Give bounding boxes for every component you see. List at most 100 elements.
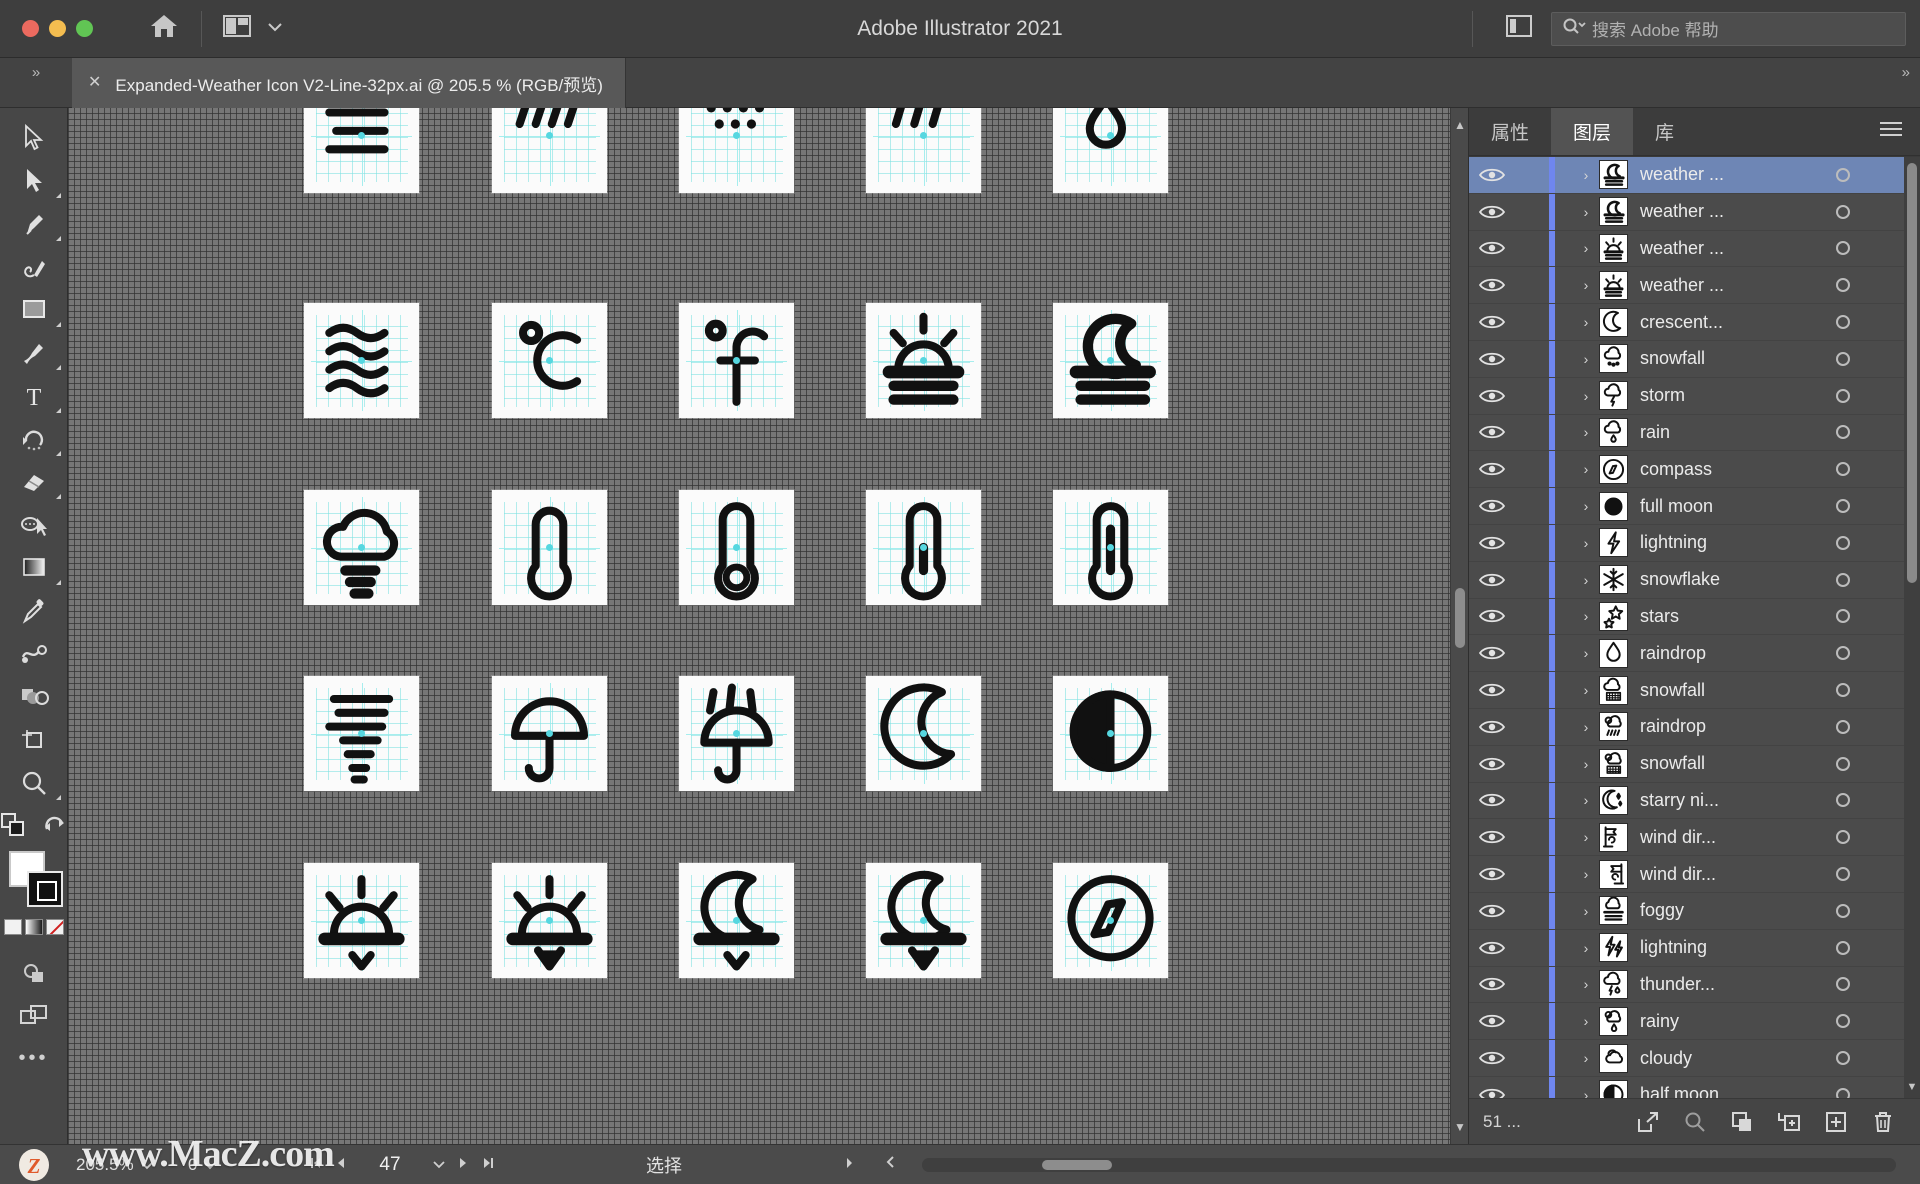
layer-visibility-toggle[interactable] — [1469, 277, 1515, 293]
layer-row[interactable]: › storm — [1469, 377, 1904, 415]
layer-expand-arrow[interactable]: › — [1573, 976, 1599, 992]
layer-visibility-toggle[interactable] — [1469, 792, 1515, 808]
panel-toggle-button[interactable] — [1499, 12, 1539, 46]
scrollbar-thumb[interactable] — [1907, 163, 1917, 583]
layer-visibility-toggle[interactable] — [1469, 204, 1515, 220]
layer-row[interactable]: › cloudy — [1469, 1040, 1904, 1077]
artboard-sleet-partial[interactable] — [866, 108, 981, 193]
layer-visibility-toggle[interactable] — [1469, 461, 1515, 477]
layer-expand-arrow[interactable]: › — [1573, 351, 1599, 367]
delete-layer-button[interactable] — [1859, 1110, 1906, 1134]
layer-expand-arrow[interactable]: › — [1573, 424, 1599, 440]
layer-target-button[interactable] — [1816, 793, 1870, 808]
artboard-number-input[interactable]: 47 — [358, 1154, 422, 1176]
layer-visibility-toggle[interactable] — [1469, 903, 1515, 919]
layer-row[interactable]: › raindrop — [1469, 708, 1904, 746]
close-tab-icon[interactable]: ✕ — [88, 75, 101, 91]
layer-target-button[interactable] — [1816, 462, 1870, 477]
close-window-button[interactable] — [22, 20, 39, 37]
layer-row[interactable]: › snowfall — [1469, 672, 1904, 709]
default-fill-stroke-icon[interactable] — [42, 813, 68, 842]
layer-visibility-toggle[interactable] — [1469, 572, 1515, 588]
artboard-wavy-lines-haze[interactable] — [304, 303, 419, 418]
chevron-down-icon[interactable] — [140, 1155, 154, 1175]
artboard-celsius[interactable] — [492, 303, 607, 418]
layer-row[interactable]: › full moon — [1469, 488, 1904, 525]
stroke-color-swatch[interactable] — [26, 871, 63, 907]
layer-visibility-toggle[interactable] — [1469, 719, 1515, 735]
layer-row[interactable]: › raindrop — [1469, 635, 1904, 673]
prev-page-icon[interactable] — [334, 1155, 348, 1175]
layer-expand-arrow[interactable]: › — [1573, 940, 1599, 956]
layer-expand-arrow[interactable]: › — [1573, 388, 1599, 404]
screen-mode-button[interactable] — [3, 994, 65, 1037]
last-page-icon[interactable] — [480, 1155, 496, 1175]
tool-blend[interactable] — [3, 632, 65, 675]
layer-target-button[interactable] — [1816, 388, 1870, 403]
layer-expand-arrow[interactable]: › — [1573, 645, 1599, 661]
first-page-icon[interactable] — [308, 1155, 324, 1175]
layer-target-button[interactable] — [1816, 940, 1870, 955]
layer-visibility-toggle[interactable] — [1469, 167, 1515, 183]
layer-expand-arrow[interactable]: › — [1573, 572, 1599, 588]
tool-gradient[interactable] — [3, 546, 65, 589]
tool-direct-selection[interactable] — [3, 159, 65, 202]
layer-target-button[interactable] — [1816, 683, 1870, 698]
layer-row[interactable]: › weather ... — [1469, 267, 1904, 305]
layer-target-button[interactable] — [1816, 572, 1870, 587]
chevron-down-icon[interactable] — [266, 20, 284, 38]
search-layers-button[interactable] — [1671, 1110, 1718, 1134]
chevron-down-icon[interactable]: ▼ — [1451, 1116, 1468, 1138]
artboard-sunrise[interactable] — [304, 863, 419, 978]
current-tool-label[interactable]: 选择 — [646, 1152, 682, 1178]
tab-libraries[interactable]: 库 — [1633, 108, 1696, 155]
create-layer-button[interactable] — [1812, 1110, 1859, 1134]
layer-expand-arrow[interactable]: › — [1573, 682, 1599, 698]
layer-target-button[interactable] — [1816, 204, 1870, 219]
layer-visibility-toggle[interactable] — [1469, 940, 1515, 956]
layer-target-button[interactable] — [1816, 977, 1870, 992]
make-clipping-mask-button[interactable] — [1718, 1110, 1765, 1134]
artboard-moon-fog[interactable] — [1053, 303, 1168, 418]
layer-visibility-toggle[interactable] — [1469, 1050, 1515, 1066]
maximize-window-button[interactable] — [76, 20, 93, 37]
color-swatch-button[interactable] — [3, 919, 22, 935]
layer-expand-arrow[interactable]: › — [1573, 204, 1599, 220]
gradient-swatch-button[interactable] — [24, 919, 43, 935]
more-tools-button[interactable]: ••• — [18, 1047, 48, 1070]
layer-visibility-toggle[interactable] — [1469, 240, 1515, 256]
layer-target-button[interactable] — [1816, 756, 1870, 771]
chevron-down-icon[interactable] — [432, 1156, 446, 1173]
layer-target-button[interactable] — [1816, 830, 1870, 845]
layer-visibility-toggle[interactable] — [1469, 388, 1515, 404]
tabbar-expand-icon[interactable]: » — [1902, 58, 1920, 107]
artboard-thermometer-bulb[interactable] — [679, 490, 794, 605]
arrange-documents-button[interactable] — [216, 12, 258, 46]
canvas-vertical-scrollbar[interactable]: ▲ ▼ — [1450, 108, 1468, 1144]
home-button[interactable] — [141, 6, 187, 52]
layer-expand-arrow[interactable]: › — [1573, 277, 1599, 293]
tab-properties[interactable]: 属性 — [1469, 108, 1551, 155]
artboard-sunset[interactable] — [492, 863, 607, 978]
chevron-right-icon[interactable] — [842, 1155, 856, 1174]
layer-expand-arrow[interactable]: › — [1573, 314, 1599, 330]
tool-flyout-corner[interactable] — [55, 451, 61, 456]
artboard-fahrenheit[interactable] — [679, 303, 794, 418]
artboard-thermometer-full[interactable] — [1053, 490, 1168, 605]
layer-expand-arrow[interactable]: › — [1573, 1013, 1599, 1029]
layer-expand-arrow[interactable]: › — [1573, 608, 1599, 624]
layer-row[interactable]: › wind dir... — [1469, 819, 1904, 857]
chevron-left-icon[interactable] — [884, 1154, 898, 1175]
tool-pen[interactable] — [3, 202, 65, 245]
layer-expand-arrow[interactable]: › — [1573, 792, 1599, 808]
artboard-hail-dots-partial[interactable] — [679, 108, 794, 193]
tool-lasso-scale[interactable] — [3, 503, 65, 546]
tool-flyout-corner[interactable] — [55, 580, 61, 585]
layer-row[interactable]: › starry ni... — [1469, 782, 1904, 820]
tool-flyout-corner[interactable] — [55, 494, 61, 499]
layer-row[interactable]: › half moon — [1469, 1076, 1904, 1098]
chevron-down-icon[interactable]: ▼ — [1904, 1078, 1920, 1096]
layer-visibility-toggle[interactable] — [1469, 645, 1515, 661]
layer-row[interactable]: › weather ... — [1469, 157, 1904, 194]
layer-visibility-toggle[interactable] — [1469, 866, 1515, 882]
